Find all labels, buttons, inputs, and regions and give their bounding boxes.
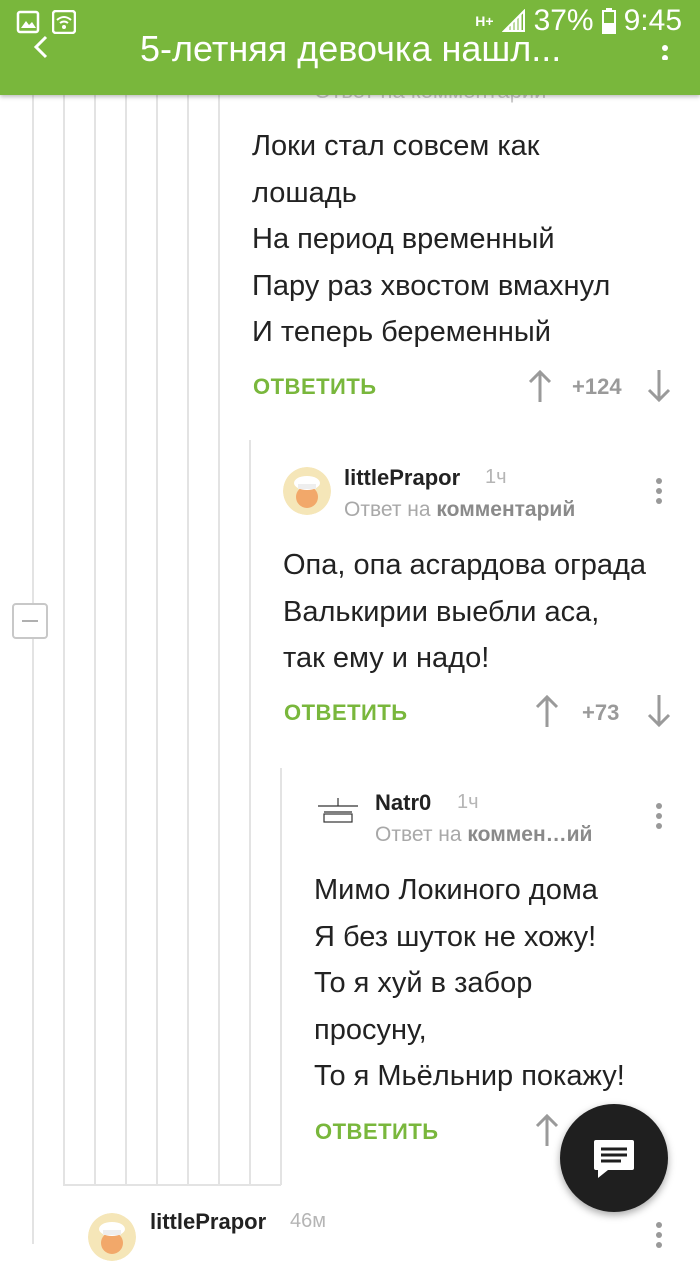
reply-to-label[interactable]: Ответ на комментарий xyxy=(344,498,575,522)
thread-line xyxy=(94,95,96,1185)
comment-time: 46м xyxy=(290,1210,326,1232)
comment-time: 1ч xyxy=(457,791,479,813)
kebab-menu-icon[interactable] xyxy=(655,477,663,505)
avatar-chef-icon xyxy=(283,467,331,515)
clock: 9:45 xyxy=(623,4,682,37)
thread-line xyxy=(249,440,251,1185)
avatar-chef-icon xyxy=(88,1213,136,1261)
upvote-arrow-icon[interactable] xyxy=(534,1113,560,1147)
downvote-arrow-icon[interactable] xyxy=(646,694,672,728)
upvote-arrow-icon[interactable] xyxy=(527,369,553,403)
thread-line xyxy=(280,768,282,1185)
reply-button[interactable]: ОТВЕТИТЬ xyxy=(253,374,377,400)
compose-comment-button[interactable] xyxy=(560,1104,668,1212)
avatar[interactable] xyxy=(88,1213,136,1261)
comment-username[interactable]: littlePrapor xyxy=(344,465,460,491)
thread-line xyxy=(63,95,65,1185)
reply-to-label[interactable]: Ответ на коммен…ий xyxy=(375,823,592,847)
network-type: H+ xyxy=(475,13,494,29)
battery-icon xyxy=(601,8,616,34)
thread-line xyxy=(125,95,127,1185)
reply-button[interactable]: ОТВЕТИТЬ xyxy=(284,700,408,726)
signal-icon xyxy=(501,9,525,32)
avatar[interactable] xyxy=(283,467,331,515)
gallery-icon xyxy=(16,10,40,34)
comment-text: Опа, опа асгардова ограда Валькирии выеб… xyxy=(283,549,647,674)
comment-username[interactable]: Natr0 xyxy=(375,790,431,816)
thread-divider xyxy=(63,1184,281,1186)
comment-text: Локи стал совсем как лошадь На период вр… xyxy=(252,130,611,348)
wifi-icon xyxy=(52,10,76,34)
message-icon xyxy=(594,1140,634,1178)
thread-line xyxy=(32,95,34,1244)
collapse-thread-button[interactable] xyxy=(12,603,48,639)
kebab-menu-icon[interactable] xyxy=(655,802,663,830)
comment-score: +124 xyxy=(572,374,622,399)
battery-percent: 37% xyxy=(533,4,594,37)
kebab-menu-icon[interactable] xyxy=(655,1221,663,1249)
comment-time: 1ч xyxy=(485,466,507,488)
comment-text: Мимо Локиного дома Я без шуток не хожу! … xyxy=(314,874,625,1092)
thread-line xyxy=(218,95,220,1185)
upvote-arrow-icon[interactable] xyxy=(534,694,560,728)
thread-line xyxy=(156,95,158,1185)
avatar[interactable] xyxy=(314,792,362,840)
status-bar: H+ 37% 9:45 xyxy=(0,0,700,46)
comment-username[interactable]: littlePrapor xyxy=(150,1209,266,1235)
reply-button[interactable]: ОТВЕТИТЬ xyxy=(315,1119,439,1145)
thread-line xyxy=(187,95,189,1185)
downvote-arrow-icon[interactable] xyxy=(646,369,672,403)
comment-score: +73 xyxy=(582,700,620,725)
avatar-sketch-icon xyxy=(314,792,362,840)
